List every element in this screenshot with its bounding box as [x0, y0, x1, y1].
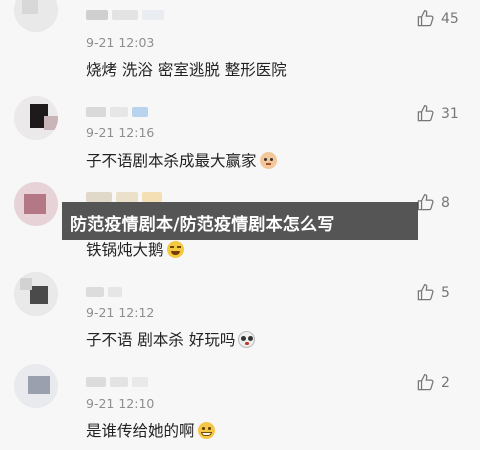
comment-time: 9-21 12:16 [86, 125, 155, 140]
thumbs-up-icon [417, 9, 434, 27]
comment-time: 9-21 12:03 [86, 35, 155, 50]
comment-text-content: 子不语剧本杀成最大赢家 [86, 152, 257, 170]
comment-text: 是谁传给她的啊 [86, 419, 215, 441]
avatar[interactable] [14, 272, 58, 316]
avatar[interactable] [14, 0, 58, 32]
thumbs-up-icon [417, 193, 434, 211]
like-count: 2 [441, 374, 450, 391]
like-button[interactable]: 45 [416, 9, 459, 28]
like-count: 5 [441, 284, 450, 301]
grinning-emoji [197, 422, 215, 439]
like-button[interactable]: 8 [416, 193, 450, 212]
comment-text-content: 铁锅炖大鹅 [86, 241, 164, 259]
thumbs-up-icon [417, 373, 434, 391]
username-blurred [86, 377, 148, 387]
username-blurred [86, 10, 164, 20]
like-button[interactable]: 2 [416, 373, 450, 392]
cat-face-emoji [259, 152, 277, 169]
like-button[interactable]: 5 [416, 283, 450, 302]
comment-text-content: 子不语 剧本杀 好玩吗 [86, 331, 236, 349]
comment-text: 铁锅炖大鹅 [86, 238, 184, 260]
like-count: 45 [441, 10, 459, 27]
comment-item: 9-21 12:10 是谁传给她的啊 2 [0, 360, 480, 450]
laughing-emoji [166, 241, 184, 258]
thumbs-up-icon [417, 104, 434, 122]
username-blurred [86, 287, 122, 297]
comment-item: 9-21 12:12 子不语 剧本杀 好玩吗 5 [0, 270, 480, 360]
username-blurred [86, 192, 162, 202]
comment-text-content: 是谁传给她的啊 [86, 422, 195, 440]
thumbs-up-icon [417, 283, 434, 301]
username-blurred [86, 107, 148, 117]
comment-time: 9-21 12:12 [86, 305, 155, 320]
avatar[interactable] [14, 96, 58, 140]
comment-time: 9-21 12:10 [86, 396, 155, 411]
avatar[interactable] [14, 364, 58, 408]
comment-text: 烧烤 洗浴 密室逃脱 整形医院 [86, 61, 287, 79]
like-button[interactable]: 31 [416, 104, 459, 123]
title-banner: 防范疫情剧本/防范疫情剧本怎么写 [62, 202, 418, 240]
comment-text: 子不语 剧本杀 好玩吗 [86, 328, 256, 350]
like-count: 31 [441, 105, 459, 122]
comment-text: 子不语剧本杀成最大赢家 [86, 149, 277, 171]
panda-face-emoji [238, 331, 256, 348]
avatar[interactable] [14, 182, 58, 226]
comment-item: 9-21 12:16 子不语剧本杀成最大赢家 31 [0, 90, 480, 180]
comment-item: 9-21 12:03 烧烤 洗浴 密室逃脱 整形医院 45 [0, 0, 480, 90]
like-count: 8 [441, 194, 450, 211]
banner-title: 防范疫情剧本/防范疫情剧本怎么写 [70, 215, 335, 235]
